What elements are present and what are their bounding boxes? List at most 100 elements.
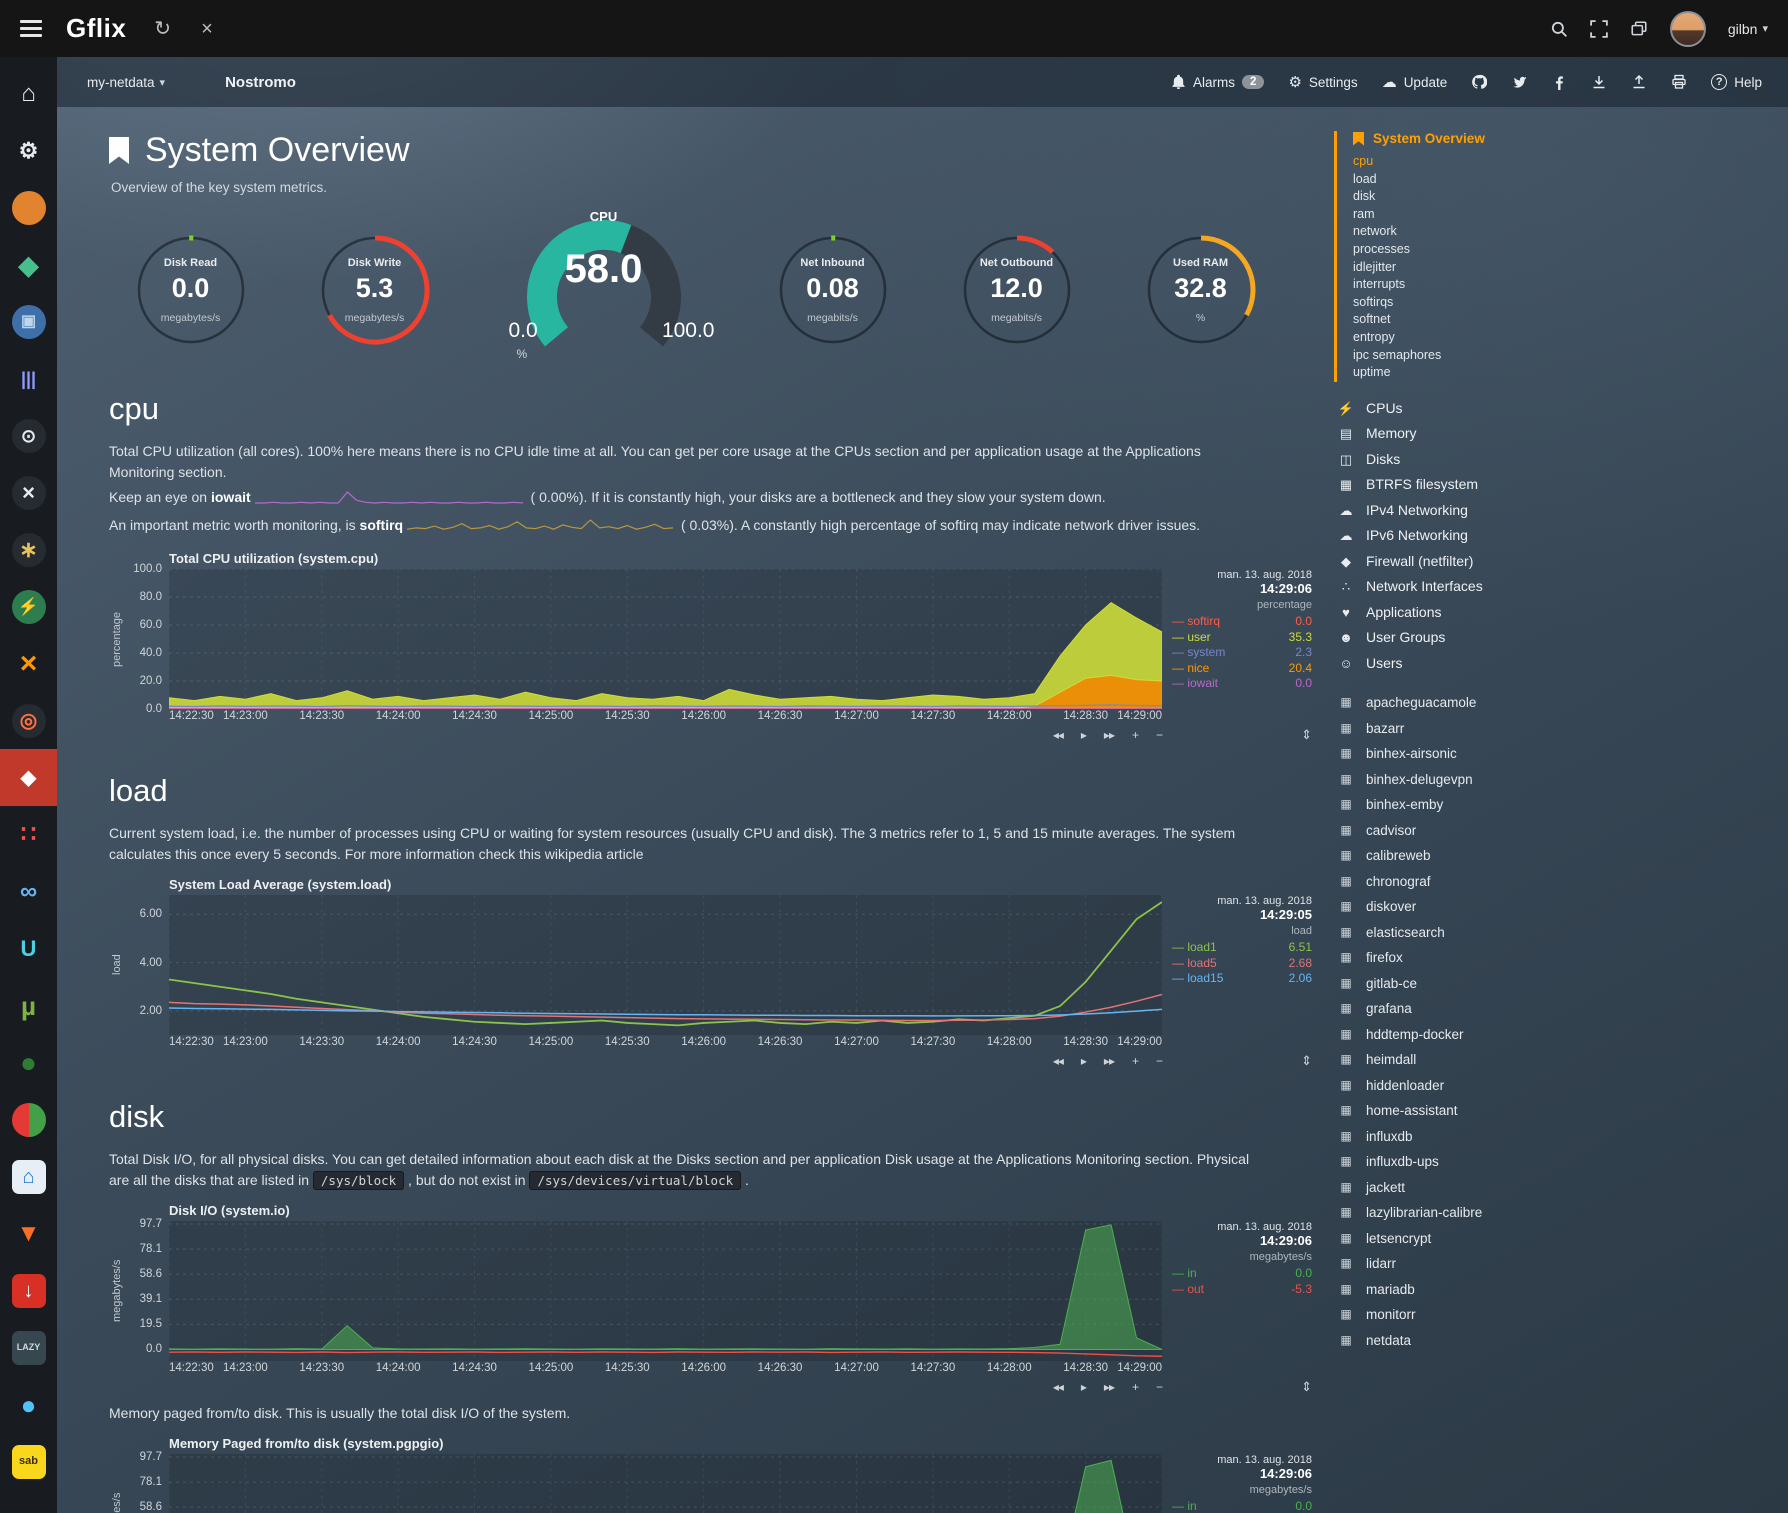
facebook-button[interactable]	[1551, 74, 1567, 90]
twitter-button[interactable]	[1511, 74, 1527, 90]
nav-item-lidarr[interactable]: ▦lidarr	[1337, 1251, 1764, 1277]
sidebar-app-blue-drop-app[interactable]: ●	[0, 1376, 57, 1433]
sidebar-app-dark-cross-app[interactable]: ×	[0, 464, 57, 521]
nav-item-monitorr[interactable]: ▦monitorr	[1337, 1302, 1764, 1328]
hamburger-menu-icon[interactable]	[20, 16, 44, 41]
nav-item-network[interactable]: network	[1353, 223, 1764, 241]
nav-item-elasticsearch[interactable]: ▦elasticsearch	[1337, 920, 1764, 946]
zoom-in-button[interactable]: +	[1132, 1054, 1138, 1068]
nav-item-ipv6-networking[interactable]: ☁IPv6 Networking	[1337, 523, 1764, 549]
sidebar-app-multicolor-x-app[interactable]: ×	[0, 635, 57, 692]
gauge-used-ram[interactable]: Used RAM32.8%	[1141, 230, 1261, 350]
nav-item-influxdb-ups[interactable]: ▦influxdb-ups	[1337, 1149, 1764, 1175]
chart-plot-area[interactable]	[169, 1221, 1162, 1361]
nav-item-netdata[interactable]: ▦netdata	[1337, 1328, 1764, 1354]
sidebar-app-orange-circle-app[interactable]	[0, 179, 57, 236]
sidebar-app-green-bolt-app[interactable]: ⚡	[0, 578, 57, 635]
sidebar-app-dark-green-circle-app[interactable]: ●	[0, 1034, 57, 1091]
sidebar-app-pills-app[interactable]	[0, 1091, 57, 1148]
gauge-disk-write[interactable]: Disk Write5.3megabytes/s	[315, 230, 435, 350]
legend-series-out[interactable]: — out-5.3	[1172, 1282, 1312, 1298]
nav-item-firewall-netfilter[interactable]: ◆Firewall (netfilter)	[1337, 549, 1764, 575]
legend-series-in[interactable]: — in0.0	[1172, 1266, 1312, 1282]
user-avatar[interactable]	[1670, 11, 1706, 47]
nav-item-heimdall[interactable]: ▦heimdall	[1337, 1047, 1764, 1073]
nav-item-entropy[interactable]: entropy	[1353, 329, 1764, 347]
chart-plot-area[interactable]	[169, 895, 1162, 1035]
nav-item-softirqs[interactable]: softirqs	[1353, 294, 1764, 312]
nav-item-diskover[interactable]: ▦diskover	[1337, 894, 1764, 920]
nav-item-binhex-delugevpn[interactable]: ▦binhex-delugevpn	[1337, 767, 1764, 793]
sidebar-app-teal-u-app[interactable]: U	[0, 920, 57, 977]
sidebar-app-home[interactable]: ⌂	[0, 65, 57, 122]
sidebar-app-orange-ring-app[interactable]: ◎	[0, 692, 57, 749]
sidebar-app-red-shield-app[interactable]: ◆	[0, 749, 57, 806]
update-button[interactable]: ☁ Update	[1382, 75, 1448, 90]
nav-item-cadvisor[interactable]: ▦cadvisor	[1337, 818, 1764, 844]
nav-item-system-overview[interactable]: System Overview	[1353, 131, 1764, 146]
chart-plot-area[interactable]	[169, 1454, 1162, 1513]
legend-series-load5[interactable]: — load52.68	[1172, 956, 1312, 972]
play-button[interactable]: ▸	[1081, 1380, 1086, 1394]
sidebar-app-red-dots-app[interactable]: ∷	[0, 806, 57, 863]
nav-item-cpu[interactable]: cpu	[1353, 153, 1764, 171]
settings-button[interactable]: ⚙ Settings	[1288, 75, 1357, 90]
nav-item-chronograf[interactable]: ▦chronograf	[1337, 869, 1764, 895]
sidebar-app-gitlab-app[interactable]: ▼	[0, 1205, 57, 1262]
legend-series-user[interactable]: — user35.3	[1172, 630, 1312, 646]
sidebar-app-green-diamond-app[interactable]: ◆	[0, 236, 57, 293]
pan-right-button[interactable]: ▸▸	[1104, 1054, 1114, 1068]
pan-right-button[interactable]: ▸▸	[1104, 728, 1114, 742]
nav-item-idlejitter[interactable]: idlejitter	[1353, 259, 1764, 277]
legend-series-in[interactable]: — in0.0	[1172, 1499, 1312, 1513]
close-icon[interactable]: ×	[201, 19, 213, 39]
print-button[interactable]	[1671, 74, 1687, 90]
nav-item-jackett[interactable]: ▦jackett	[1337, 1175, 1764, 1201]
host-dropdown[interactable]: my-netdata ▾	[87, 75, 165, 90]
nav-item-mariadb[interactable]: ▦mariadb	[1337, 1277, 1764, 1303]
nav-item-ipv4-networking[interactable]: ☁IPv4 Networking	[1337, 498, 1764, 524]
nav-item-btrfs-filesystem[interactable]: ▦BTRFS filesystem	[1337, 472, 1764, 498]
chart-plot-area[interactable]	[169, 569, 1162, 709]
nav-item-load[interactable]: load	[1353, 171, 1764, 189]
nav-item-hiddenloader[interactable]: ▦hiddenloader	[1337, 1073, 1764, 1099]
sidebar-app-settings[interactable]: ⚙	[0, 122, 57, 179]
nav-item-lazylibrarian-calibre[interactable]: ▦lazylibrarian-calibre	[1337, 1200, 1764, 1226]
nav-item-user-groups[interactable]: ☻User Groups	[1337, 625, 1764, 651]
pan-left-button[interactable]: ◂◂	[1053, 1380, 1063, 1394]
zoom-in-button[interactable]: +	[1132, 728, 1138, 742]
sidebar-app-lazylibrarian-app[interactable]: LAZY	[0, 1319, 57, 1376]
nav-item-network-interfaces[interactable]: ∴Network Interfaces	[1337, 574, 1764, 600]
nav-item-applications[interactable]: ♥Applications	[1337, 600, 1764, 626]
download-button[interactable]	[1591, 74, 1607, 90]
nav-item-cpus[interactable]: ⚡CPUs	[1337, 396, 1764, 422]
refresh-icon[interactable]: ↻	[154, 19, 171, 39]
nav-item-uptime[interactable]: uptime	[1353, 364, 1764, 382]
sidebar-app-blue-circle-app[interactable]: ▣	[0, 293, 57, 350]
zoom-in-button[interactable]: +	[1132, 1380, 1138, 1394]
legend-series-load15[interactable]: — load152.06	[1172, 971, 1312, 987]
user-menu[interactable]: gilbn ▾	[1728, 21, 1768, 37]
nav-item-bazarr[interactable]: ▦bazarr	[1337, 716, 1764, 742]
gauge-disk-read[interactable]: Disk Read0.0megabytes/s	[131, 230, 251, 350]
sidebar-app-magnifier-app[interactable]: ⊙	[0, 407, 57, 464]
chart-resize-handle[interactable]: ⇕	[1162, 727, 1312, 743]
legend-series-system[interactable]: — system2.3	[1172, 645, 1312, 661]
play-button[interactable]: ▸	[1081, 1054, 1086, 1068]
nav-item-ipc-semaphores[interactable]: ipc semaphores	[1353, 347, 1764, 365]
nav-item-memory[interactable]: ▤Memory	[1337, 421, 1764, 447]
gauge-net-outbound[interactable]: Net Outbound12.0megabits/s	[957, 230, 1077, 350]
search-icon[interactable]	[1550, 20, 1568, 38]
nav-item-home-assistant[interactable]: ▦home-assistant	[1337, 1098, 1764, 1124]
pan-right-button[interactable]: ▸▸	[1104, 1380, 1114, 1394]
sidebar-app-blue-cluster-app[interactable]: ∞	[0, 863, 57, 920]
github-button[interactable]	[1471, 74, 1487, 90]
nav-item-hddtemp-docker[interactable]: ▦hddtemp-docker	[1337, 1022, 1764, 1048]
help-button[interactable]: ? Help	[1711, 74, 1762, 90]
nav-item-calibreweb[interactable]: ▦calibreweb	[1337, 843, 1764, 869]
gauge-net-inbound[interactable]: Net Inbound0.08megabits/s	[773, 230, 893, 350]
nav-item-processes[interactable]: processes	[1353, 241, 1764, 259]
nav-item-apacheguacamole[interactable]: ▦apacheguacamole	[1337, 690, 1764, 716]
sidebar-app-green-mu-app[interactable]: µ	[0, 977, 57, 1034]
chart-resize-handle[interactable]: ⇕	[1162, 1053, 1312, 1069]
